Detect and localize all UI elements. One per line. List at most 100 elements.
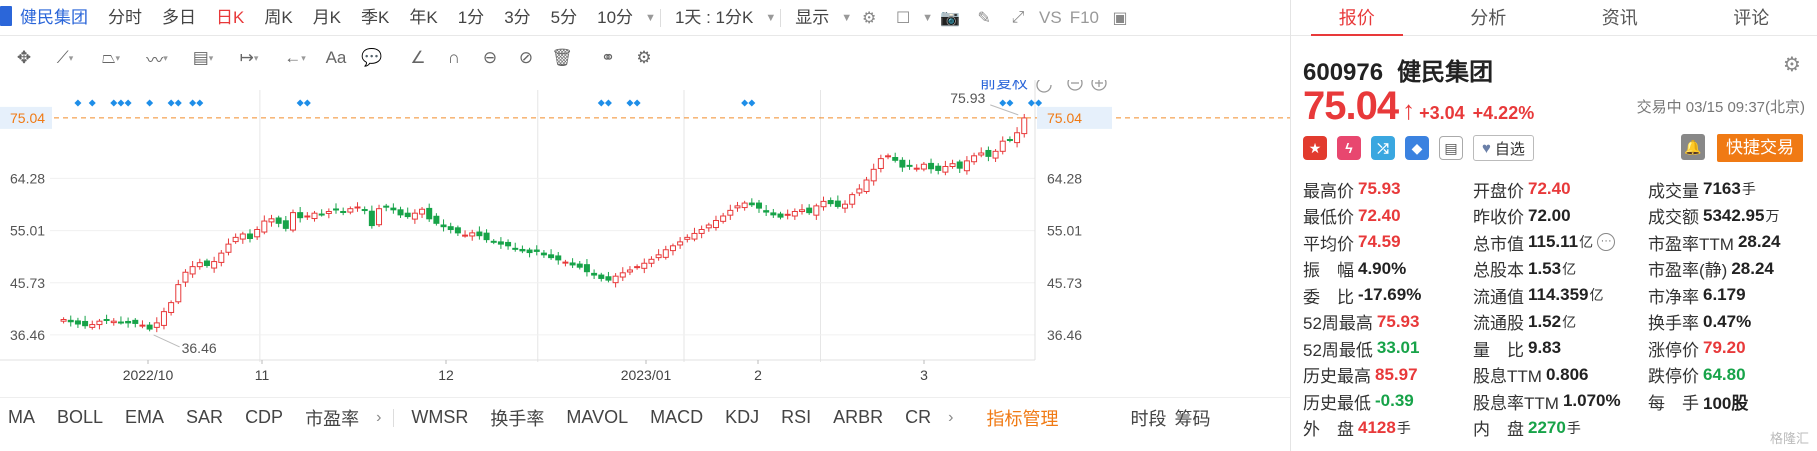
indicator-tab[interactable]: 换手率	[479, 405, 555, 431]
event-marker-icon[interactable]	[167, 99, 175, 107]
magnet-icon[interactable]: ∩	[436, 43, 472, 73]
indicator-tab[interactable]: SAR	[175, 407, 234, 428]
measure-icon[interactable]: ↦ ▾	[226, 43, 272, 73]
wave-icon[interactable]: 〰 ▾	[134, 43, 180, 73]
event-marker-icon[interactable]	[189, 99, 197, 107]
event-marker-icon[interactable]	[1006, 99, 1014, 107]
tab-comments[interactable]: 评论	[1686, 0, 1817, 35]
event-marker-icon[interactable]	[1035, 99, 1043, 107]
shuffle-icon[interactable]: ⤮	[1371, 136, 1395, 160]
period-tab[interactable]: 分时	[98, 0, 152, 36]
chevron-down-icon[interactable]: ▼	[922, 12, 933, 24]
gear-icon[interactable]: ⚙	[626, 43, 662, 73]
undo-icon[interactable]	[1036, 80, 1052, 93]
chevron-down-icon[interactable]: ▼	[645, 12, 656, 24]
add-watchlist-button[interactable]: ♥ 自选	[1473, 135, 1534, 161]
indicator-tab[interactable]: MAVOL	[555, 407, 639, 428]
chevron-right-icon[interactable]: ›	[370, 409, 387, 427]
period-tab[interactable]: 5分	[541, 0, 587, 36]
comment-icon[interactable]: 💬	[354, 43, 390, 73]
chip-button[interactable]: 筹码	[1170, 405, 1221, 431]
interval-select[interactable]: 1天 : 1分K	[665, 0, 763, 36]
angle-icon[interactable]: ∠	[400, 43, 436, 73]
period-tab[interactable]: 3分	[494, 0, 540, 36]
event-marker-icon[interactable]	[748, 99, 756, 107]
kline-chart[interactable]: 75.04 75.04 64.28 64.28 55.01 55.01 45.73 45.73…	[0, 80, 1290, 395]
period-tab[interactable]: 多日	[152, 0, 206, 36]
event-marker-icon[interactable]	[74, 99, 82, 107]
tab-news[interactable]: 资讯	[1554, 0, 1686, 35]
indicator-tab[interactable]: RSI	[770, 407, 822, 428]
event-marker-icon[interactable]	[1027, 99, 1035, 107]
event-marker-icon[interactable]	[626, 99, 634, 107]
indicator-tab[interactable]: KDJ	[714, 407, 770, 428]
settings-icon[interactable]: ⚙	[856, 5, 882, 31]
event-marker-icon[interactable]	[110, 99, 118, 107]
line-icon[interactable]: ⟋ ▾	[42, 43, 88, 73]
eye-lock-icon[interactable]: ⊖	[472, 43, 508, 73]
fib-icon[interactable]: ▤ ▾	[180, 43, 226, 73]
period-tab[interactable]: 10分	[587, 0, 643, 36]
event-marker-icon[interactable]	[124, 99, 132, 107]
indicator-tab[interactable]: CR	[894, 407, 942, 428]
period-tab[interactable]: 1分	[448, 0, 494, 36]
indicator-tab[interactable]: BOLL	[46, 407, 114, 428]
quick-trade-button[interactable]: 快捷交易	[1717, 134, 1803, 162]
vs-compare-button[interactable]: VS	[1035, 0, 1066, 36]
trash-icon[interactable]: 🗑	[544, 43, 580, 73]
hide-icon[interactable]: ⊘	[508, 43, 544, 73]
tab-quote[interactable]: 报价	[1291, 0, 1423, 36]
event-marker-icon[interactable]	[296, 99, 304, 107]
lightning-icon[interactable]: ϟ	[1337, 136, 1361, 160]
display-menu[interactable]: 显示	[785, 0, 839, 36]
polygon-icon[interactable]: ⏢ ▾	[88, 43, 134, 73]
sidebar-toggle-icon[interactable]: ▣	[1107, 5, 1133, 31]
period-button[interactable]: 时段	[1119, 405, 1170, 431]
zoom-out-icon[interactable]	[1067, 80, 1083, 91]
event-marker-icon[interactable]	[117, 99, 125, 107]
period-tab-active[interactable]: 日K	[206, 0, 254, 36]
link-icon[interactable]: ⚭	[590, 43, 626, 73]
period-tab[interactable]: 周K	[254, 0, 302, 36]
period-tab[interactable]: 季K	[351, 0, 399, 36]
indicator-tab[interactable]: CDP	[234, 407, 294, 428]
camera-icon[interactable]: 📷	[937, 5, 963, 31]
event-marker-icon[interactable]	[999, 99, 1007, 107]
f10-button[interactable]: F10	[1066, 0, 1103, 36]
indicator-tab[interactable]: ARBR	[822, 407, 894, 428]
event-marker-icon[interactable]	[174, 99, 182, 107]
stock-name-link[interactable]: 健民集团	[0, 0, 98, 36]
chevron-right-icon[interactable]: ›	[942, 409, 959, 427]
move-icon[interactable]: ✥	[6, 43, 42, 73]
tab-analysis[interactable]: 分析	[1423, 0, 1555, 35]
restore-adjust-link[interactable]: 前复权	[980, 80, 1028, 92]
text-icon[interactable]: Aa	[318, 43, 354, 73]
tag-icon[interactable]: ◆	[1405, 136, 1429, 160]
more-icon[interactable]: ···	[1597, 233, 1616, 252]
indicator-tab[interactable]: MA	[0, 407, 46, 428]
indicator-tab[interactable]: MACD	[639, 407, 714, 428]
event-marker-icon[interactable]	[604, 99, 612, 107]
event-marker-icon[interactable]	[146, 99, 154, 107]
arrow-icon[interactable]: ← ▾	[272, 43, 318, 73]
bell-icon[interactable]: 🔔	[1681, 134, 1705, 160]
period-tab[interactable]: 年K	[399, 0, 447, 36]
event-marker-icon[interactable]	[597, 99, 605, 107]
event-marker-icon[interactable]	[633, 99, 641, 107]
gear-icon[interactable]: ⚙	[1781, 54, 1803, 76]
event-marker-icon[interactable]	[196, 99, 204, 107]
indicator-tab[interactable]: WMSR	[400, 407, 479, 428]
indicator-tab[interactable]: EMA	[114, 407, 175, 428]
china-flag-icon[interactable]: ★	[1303, 136, 1327, 160]
indicator-manage-button[interactable]: 指标管理	[975, 405, 1069, 431]
chart-style-icon[interactable]: ☐	[890, 5, 916, 31]
event-marker-icon[interactable]	[741, 99, 749, 107]
notebook-icon[interactable]: ▤	[1439, 136, 1463, 160]
event-marker-icon[interactable]	[303, 99, 311, 107]
indicator-tab[interactable]: 市盈率	[294, 405, 370, 431]
event-marker-icon[interactable]	[88, 99, 96, 107]
chevron-down-icon[interactable]: ▼	[841, 12, 852, 24]
chevron-down-icon[interactable]: ▼	[765, 12, 776, 24]
pencil-icon[interactable]: ✎	[971, 5, 997, 31]
fullscreen-icon[interactable]: ⤢	[1005, 5, 1031, 31]
